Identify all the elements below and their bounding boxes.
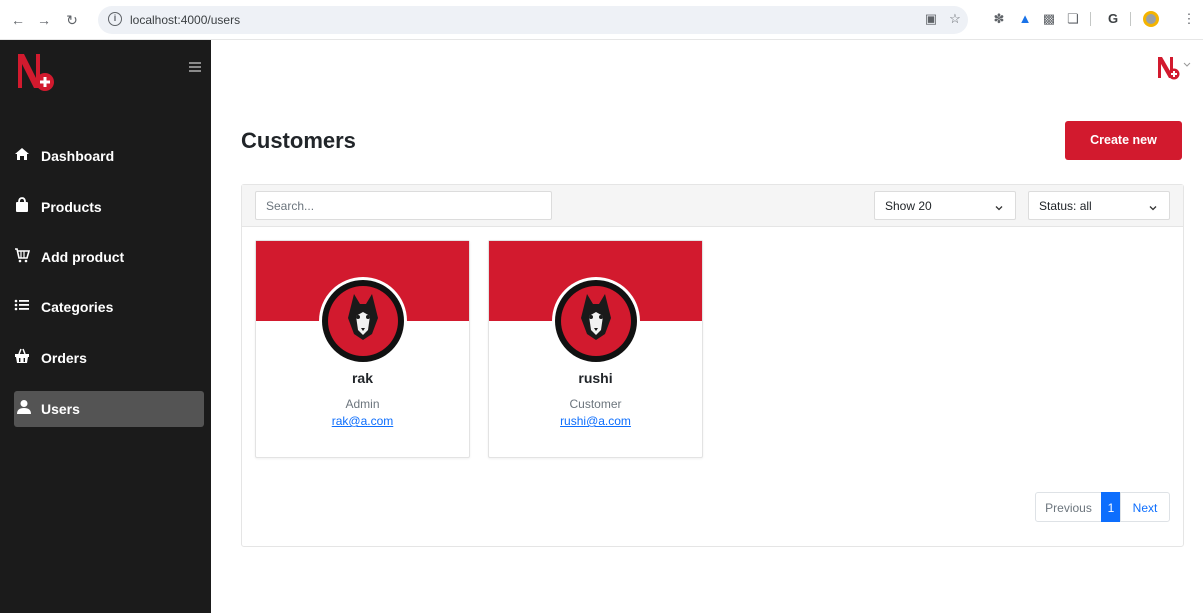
account-menu-icon[interactable] (1155, 54, 1191, 82)
profile-avatar-icon[interactable] (1142, 10, 1160, 28)
sidebar-item-label: Categories (41, 299, 114, 315)
main-content: Customers Create new Show 20 Status: all (211, 40, 1203, 613)
user-name: rak (351, 370, 374, 386)
site-info-icon[interactable]: i (108, 12, 122, 26)
list-icon (14, 297, 34, 317)
user-icon (16, 399, 36, 419)
bookmark-star-icon[interactable]: ☆ (946, 10, 964, 28)
user-email-link[interactable]: rushi@a.com (489, 414, 702, 428)
browser-menu-icon[interactable]: ⋮ (1180, 10, 1198, 28)
user-card[interactable]: rushi Customer rushi@a.com (488, 240, 703, 458)
sidebar-item-dashboard[interactable]: Dashboard (14, 138, 204, 174)
show-count-select[interactable]: Show 20 (874, 191, 1016, 220)
sidebar-item-label: Add product (41, 249, 125, 265)
sidebar-item-label: Orders (41, 350, 87, 366)
google-icon[interactable]: G (1104, 10, 1122, 28)
sidebar-item-add-product[interactable]: Add product (14, 239, 204, 275)
previous-page-button[interactable]: Previous (1035, 492, 1102, 522)
next-page-button[interactable]: Next (1120, 492, 1170, 522)
current-page-button[interactable]: 1 (1101, 492, 1121, 522)
toolbar-divider (1090, 12, 1091, 26)
user-name: rushi (578, 370, 613, 386)
sidebar-item-label: Users (41, 401, 80, 417)
home-icon (14, 146, 34, 166)
url-text: localhost:4000/users (130, 13, 241, 27)
user-email-link[interactable]: rak@a.com (256, 414, 469, 428)
cart-icon (14, 247, 34, 267)
user-card[interactable]: rak Admin rak@a.com (255, 240, 470, 458)
status-value: Status: all (1039, 199, 1092, 213)
sidebar-item-categories[interactable]: Categories (14, 289, 204, 325)
bag-icon (14, 197, 34, 217)
logo[interactable] (16, 50, 76, 94)
chevron-down-icon (995, 201, 1003, 211)
user-role: Customer (569, 397, 622, 411)
forward-icon[interactable]: → (34, 10, 54, 30)
sidebar: Dashboard Products Add product Categorie… (0, 40, 211, 613)
sidebar-item-products[interactable]: Products (14, 189, 204, 225)
reload-icon[interactable]: ↻ (62, 10, 82, 30)
sidebar-item-label: Products (41, 199, 102, 215)
status-select[interactable]: Status: all (1028, 191, 1170, 220)
back-icon[interactable]: ← (8, 10, 28, 30)
filter-bar: Show 20 Status: all (242, 185, 1183, 227)
chevron-down-icon (1149, 201, 1157, 211)
page-title: Customers (241, 128, 356, 153)
extension-bug-icon[interactable]: ✽ (990, 10, 1008, 28)
basket-icon (14, 348, 34, 368)
customers-panel: Show 20 Status: all (241, 184, 1184, 547)
drive-icon[interactable]: ▲ (1016, 10, 1034, 28)
sidebar-item-label: Dashboard (41, 148, 115, 164)
show-count-value: Show 20 (885, 199, 932, 213)
address-bar[interactable]: i localhost:4000/users (98, 6, 968, 34)
user-role: Admin (345, 397, 380, 411)
menu-toggle-icon[interactable] (189, 62, 201, 72)
avatar (551, 276, 641, 366)
sidebar-item-orders[interactable]: Orders (14, 340, 204, 376)
extension-square-icon[interactable]: ▩ (1040, 10, 1058, 28)
sidebar-item-users[interactable]: Users (14, 391, 204, 427)
extensions-puzzle-icon[interactable]: ❏ (1064, 10, 1082, 28)
browser-toolbar: ← → ↻ i localhost:4000/users ▣ ☆ ✽ ▲ ▩ ❏… (0, 0, 1203, 40)
install-icon[interactable]: ▣ (922, 10, 940, 28)
search-input[interactable] (255, 191, 552, 220)
create-new-button[interactable]: Create new (1065, 121, 1182, 160)
avatar (318, 276, 408, 366)
toolbar-divider (1130, 12, 1131, 26)
